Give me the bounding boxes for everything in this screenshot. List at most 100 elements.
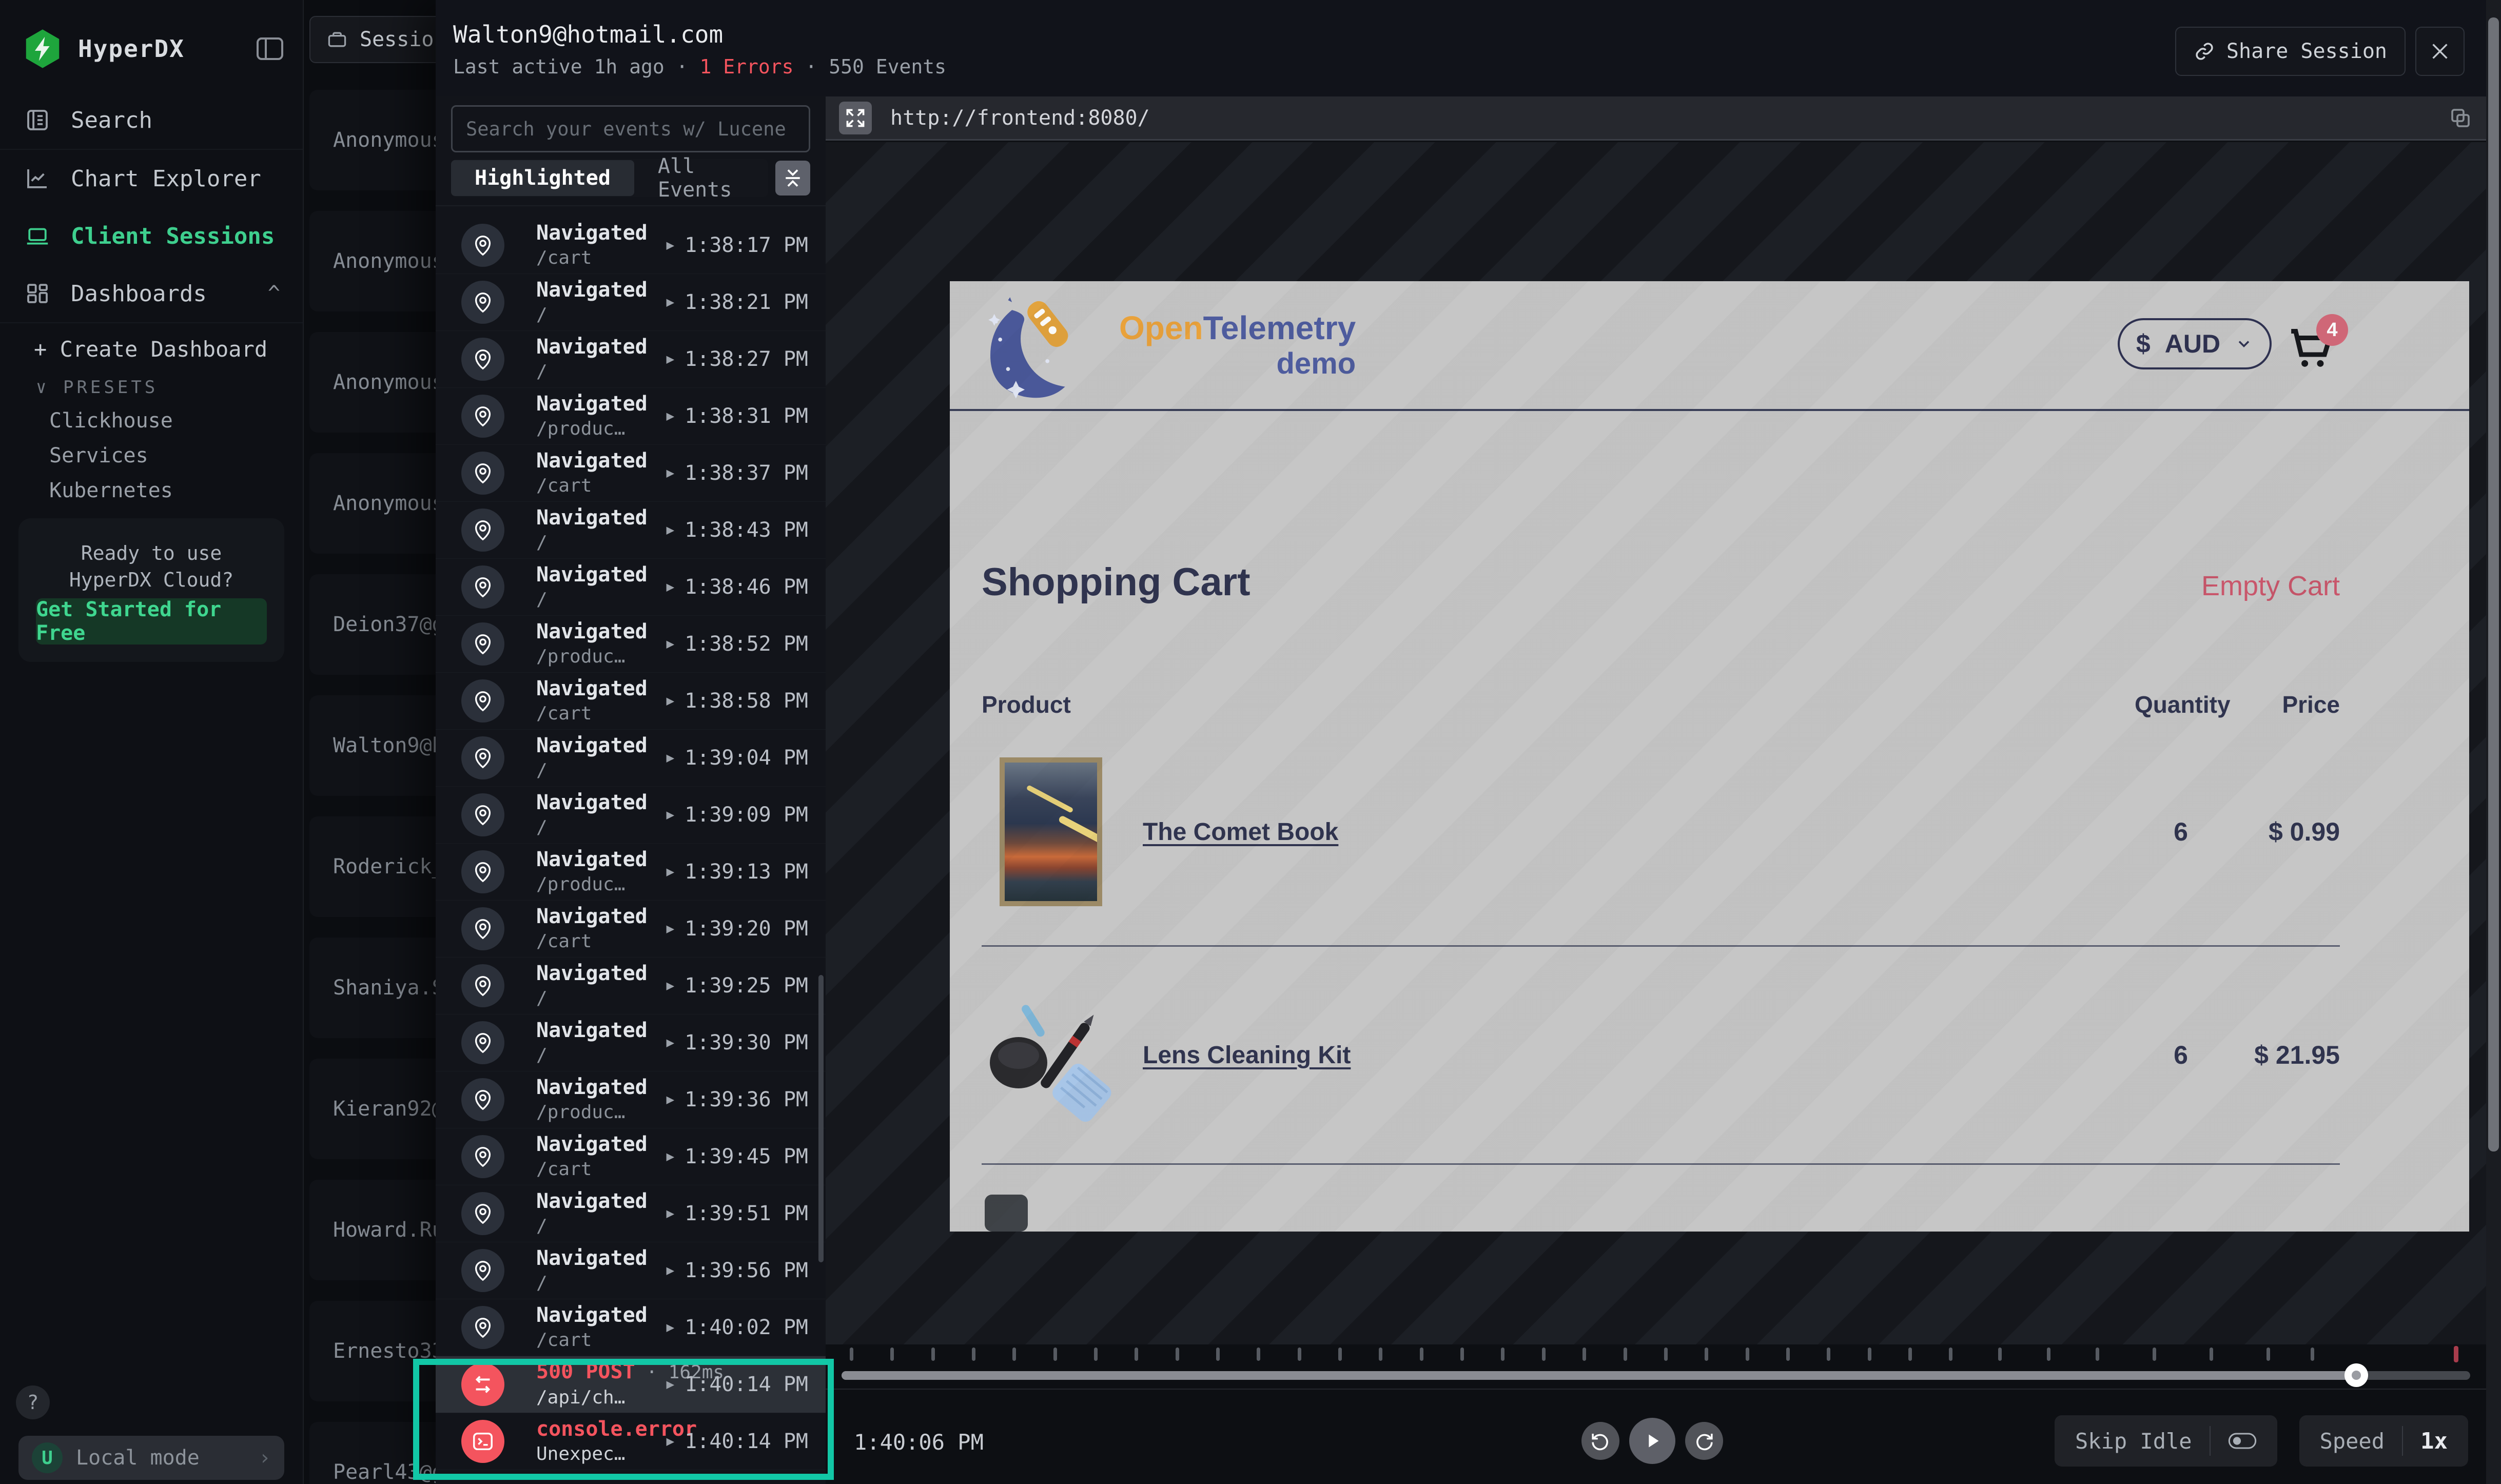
session-list-item[interactable]: Deion37@gm	[309, 574, 436, 675]
timeline-track[interactable]	[842, 1371, 2470, 1380]
timeline-error-tick[interactable]	[2454, 1346, 2458, 1362]
timeline-playhead[interactable]	[2344, 1363, 2368, 1387]
timeline-event-tick[interactable]	[1827, 1348, 1830, 1361]
session-list-item[interactable]: Anonymous	[309, 453, 436, 554]
preset-kubernetes[interactable]: Kubernetes	[0, 467, 303, 502]
play-from-here-icon[interactable]: ▶	[667, 408, 675, 424]
timeline-event-tick[interactable]	[1746, 1348, 1749, 1361]
help-button[interactable]: ?	[16, 1385, 50, 1419]
sidebar-presets-header[interactable]: ∨ PRESETS	[0, 362, 303, 398]
play-from-here-icon[interactable]: ▶	[667, 522, 675, 538]
feed-scrollbar[interactable]	[818, 975, 824, 1262]
product-link[interactable]: Lens Cleaning Kit	[1143, 1041, 2135, 1069]
event-row-navigated[interactable]: Navigated/cart▶1:40:02 PM	[436, 1299, 826, 1356]
timeline-event-tick[interactable]	[1582, 1348, 1586, 1361]
event-timestamp[interactable]: ▶1:38:27 PM	[667, 347, 826, 371]
event-timestamp[interactable]: ▶1:39:04 PM	[667, 746, 826, 770]
session-list-item[interactable]: Shaniya.Sc	[309, 938, 436, 1038]
timeline-event-tick[interactable]	[1338, 1348, 1342, 1361]
play-from-here-icon[interactable]: ▶	[667, 693, 675, 709]
play-button[interactable]	[1629, 1418, 1675, 1464]
share-session-button[interactable]: Share Session	[2175, 27, 2406, 76]
play-from-here-icon[interactable]: ▶	[667, 921, 675, 936]
event-row-network-error[interactable]: 500 POST · 162ms/api/checkout▶1:40:14 PM	[436, 1356, 826, 1413]
sidebar-item-search[interactable]: Search	[0, 91, 303, 149]
session-list-item[interactable]: Anonymous	[309, 332, 436, 433]
events-search-input[interactable]	[451, 105, 810, 152]
event-row-navigated[interactable]: Navigated/▶1:39:25 PM	[436, 958, 826, 1014]
event-timestamp[interactable]: ▶1:38:43 PM	[667, 518, 826, 542]
timeline-event-tick[interactable]	[1257, 1348, 1260, 1361]
event-row-navigated[interactable]: Navigated/cart▶1:38:37 PM	[436, 445, 826, 502]
timeline-event-tick[interactable]	[972, 1348, 975, 1361]
currency-selector[interactable]: $ AUD	[2118, 318, 2272, 369]
timeline-event-tick[interactable]	[1664, 1348, 1668, 1361]
timeline-event-tick[interactable]	[2210, 1348, 2213, 1361]
event-row-navigated[interactable]: Navigated/▶1:39:04 PM	[436, 730, 826, 787]
play-from-here-icon[interactable]: ▶	[667, 1092, 675, 1107]
sidebar-item-dashboards[interactable]: Dashboards^	[0, 265, 303, 323]
play-from-here-icon[interactable]: ▶	[667, 1320, 675, 1335]
sidebar-collapse-icon[interactable]	[256, 36, 284, 61]
event-timestamp[interactable]: ▶1:39:09 PM	[667, 803, 826, 827]
event-timestamp[interactable]: ▶1:38:17 PM	[667, 233, 826, 257]
playback-timeline[interactable]	[826, 1344, 2486, 1389]
event-row-navigated[interactable]: Navigated/▶1:39:56 PM	[436, 1242, 826, 1299]
event-timestamp[interactable]: ▶1:39:20 PM	[667, 917, 826, 941]
timeline-event-tick[interactable]	[2096, 1348, 2099, 1361]
session-list-item[interactable]: Howard.Run	[309, 1180, 436, 1280]
modal-scrollbar-thumb[interactable]	[2488, 17, 2499, 1151]
timeline-event-tick[interactable]	[1998, 1348, 2002, 1361]
timeline-event-tick[interactable]	[1053, 1348, 1057, 1361]
sidebar-item-client-sessions[interactable]: Client Sessions	[0, 207, 303, 265]
play-from-here-icon[interactable]: ▶	[667, 465, 675, 481]
product-link[interactable]: The Comet Book	[1143, 818, 2135, 846]
event-timestamp[interactable]: ▶1:39:30 PM	[667, 1031, 826, 1055]
event-timestamp[interactable]: ▶1:39:51 PM	[667, 1202, 826, 1225]
play-from-here-icon[interactable]: ▶	[667, 864, 675, 880]
event-timestamp[interactable]: ▶1:38:52 PM	[667, 632, 826, 656]
fullscreen-button[interactable]	[839, 102, 872, 134]
sidebar-item-chart-explorer[interactable]: Chart Explorer	[0, 149, 303, 207]
speed-control[interactable]: Speed 1x	[2299, 1415, 2468, 1467]
play-from-here-icon[interactable]: ▶	[667, 978, 675, 993]
event-timestamp[interactable]: ▶1:38:58 PM	[667, 689, 826, 713]
event-row-navigated[interactable]: Navigated/product/L9ECAV7KIM▶1:39:36 PM	[436, 1071, 826, 1128]
timeline-event-tick[interactable]	[1012, 1348, 1016, 1361]
event-timestamp[interactable]: ▶1:38:31 PM	[667, 404, 826, 428]
timeline-event-tick[interactable]	[1420, 1348, 1423, 1361]
cart-button[interactable]: 4	[2283, 321, 2340, 378]
play-from-here-icon[interactable]: ▶	[667, 1149, 675, 1164]
play-from-here-icon[interactable]: ▶	[667, 295, 675, 310]
timeline-event-tick[interactable]	[2153, 1348, 2156, 1361]
session-list-item[interactable]: Kieran92@h	[309, 1059, 436, 1159]
preset-clickhouse[interactable]: Clickhouse	[0, 398, 303, 433]
event-row-navigated[interactable]: Navigated/cart▶1:38:58 PM	[436, 673, 826, 730]
skip-idle-control[interactable]: Skip Idle	[2055, 1415, 2277, 1467]
event-row-navigated[interactable]: Navigated/product/OLJCESPC7Z▶1:38:52 PM	[436, 616, 826, 673]
fast-forward-button[interactable]	[1685, 1422, 1723, 1460]
event-row-navigated[interactable]: Navigated/▶1:38:43 PM	[436, 502, 826, 559]
collapse-all-button[interactable]	[775, 161, 810, 196]
event-row-navigated[interactable]: Navigated/cart▶1:39:20 PM	[436, 901, 826, 958]
tab-sessions[interactable]: Sessions	[309, 16, 436, 63]
event-row-console-error[interactable]: console.errorUnexpected token 'I'…▶1:40:…	[436, 1413, 826, 1470]
event-timestamp[interactable]: ▶1:39:13 PM	[667, 860, 826, 884]
play-from-here-icon[interactable]: ▶	[667, 352, 675, 367]
session-list-item[interactable]: Walton9@ho	[309, 695, 436, 796]
play-from-here-icon[interactable]: ▶	[667, 1263, 675, 1278]
local-mode-button[interactable]: U Local mode ›	[18, 1436, 284, 1480]
timeline-event-tick[interactable]	[1460, 1348, 1464, 1361]
event-row-navigated[interactable]: Navigated/product/L9ECAV7KIM▶1:38:31 PM	[436, 388, 826, 445]
timeline-event-tick[interactable]	[1176, 1348, 1179, 1361]
timeline-event-tick[interactable]	[1624, 1348, 1627, 1361]
event-timestamp[interactable]: ▶1:40:14 PM	[667, 1373, 826, 1396]
preset-services[interactable]: Services	[0, 433, 303, 467]
event-row-navigated[interactable]: Navigated/product/6E92ZMYYFZ▶1:39:13 PM	[436, 844, 826, 901]
timeline-event-tick[interactable]	[1501, 1348, 1504, 1361]
play-from-here-icon[interactable]: ▶	[667, 238, 675, 253]
event-timestamp[interactable]: ▶1:38:37 PM	[667, 461, 826, 485]
event-timestamp[interactable]: ▶1:39:25 PM	[667, 974, 826, 998]
timeline-event-tick[interactable]	[1949, 1348, 1952, 1361]
timeline-event-tick[interactable]	[1542, 1348, 1546, 1361]
